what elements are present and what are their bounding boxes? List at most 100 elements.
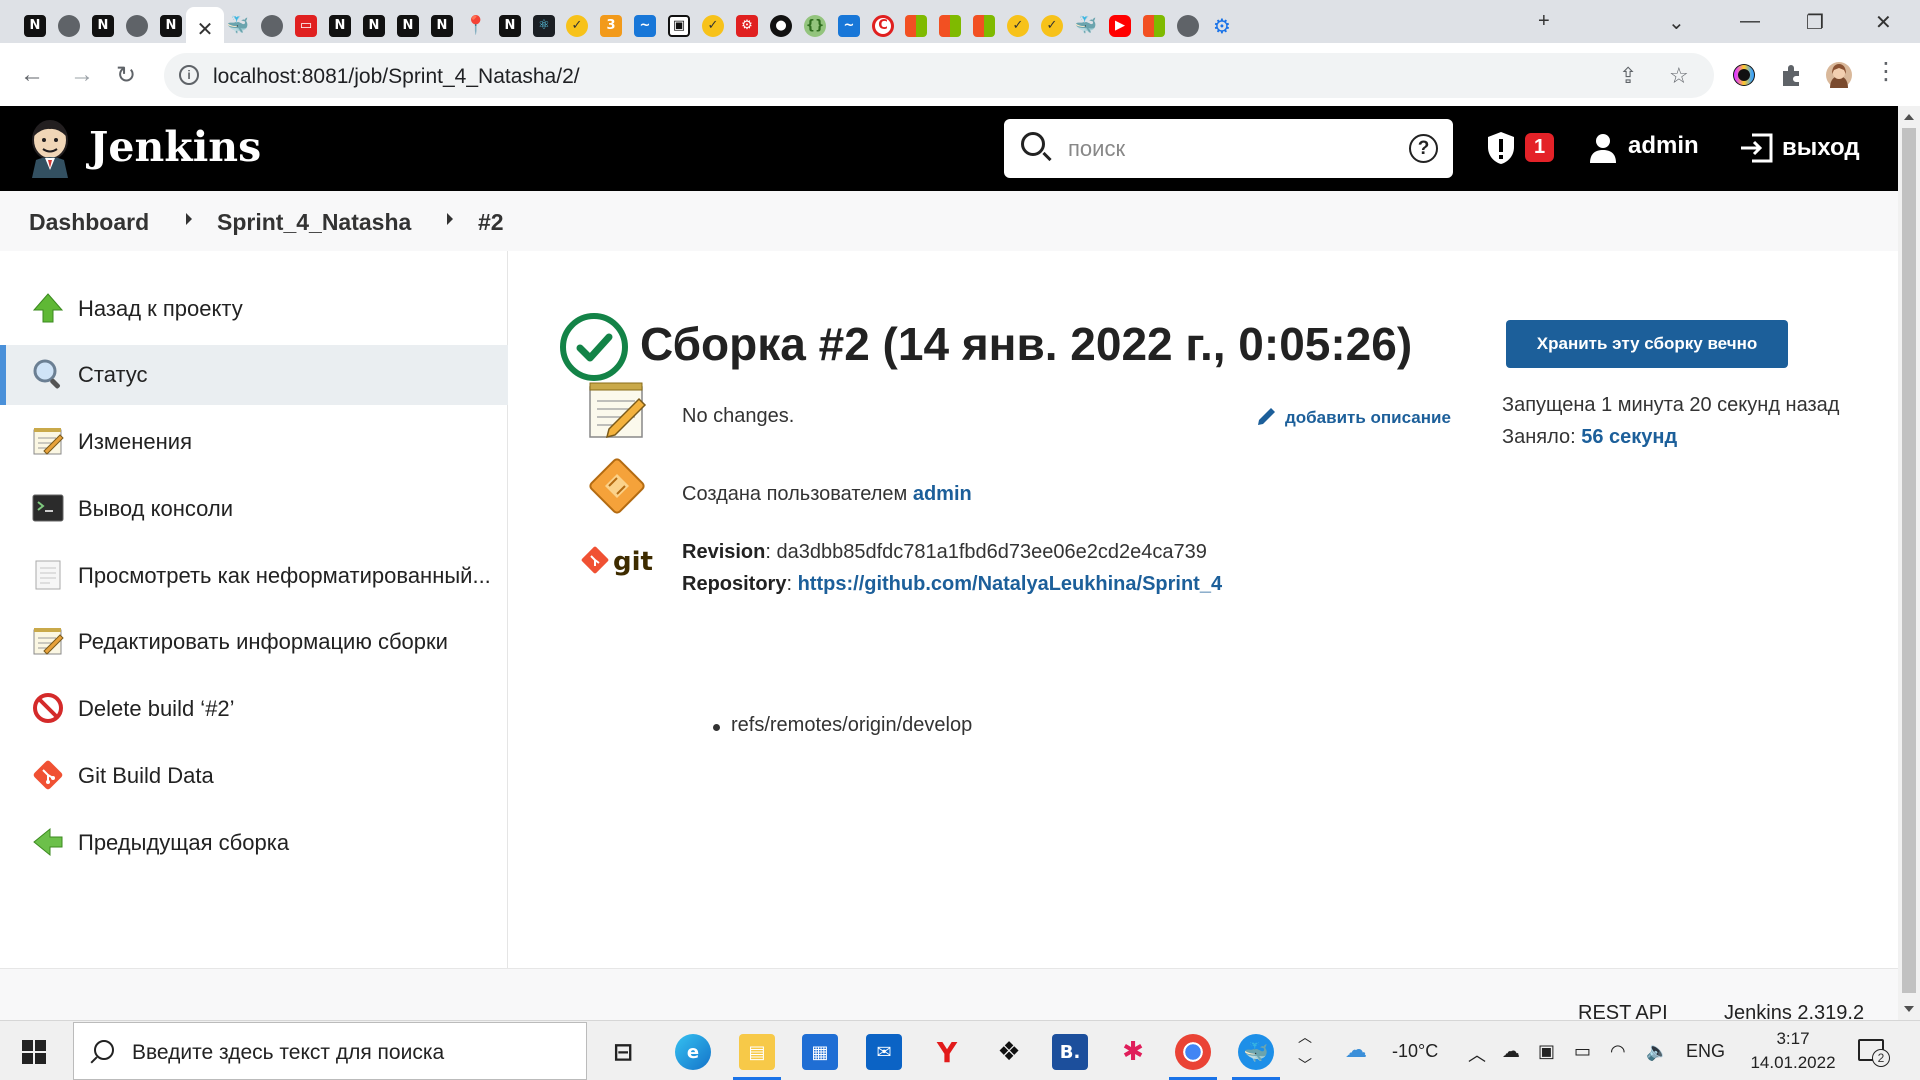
window-close-icon[interactable]: ✕ [1875, 10, 1892, 35]
browser-tab[interactable]: ● [762, 8, 800, 43]
logout-link[interactable]: выход [1782, 134, 1860, 162]
b-app-icon[interactable]: B. [1052, 1034, 1088, 1070]
close-icon[interactable]: ✕ [197, 17, 214, 42]
color-picker-extension-icon[interactable] [1731, 62, 1757, 88]
browser-tab[interactable]: N [389, 8, 427, 43]
browser-tab[interactable]: ✓ [999, 8, 1037, 43]
jenkins-logo-icon[interactable] [28, 120, 72, 178]
browser-tab[interactable]: N [355, 8, 393, 43]
wifi-icon[interactable]: ◠ [1610, 1041, 1626, 1062]
sidebar-item-changes[interactable]: Изменения [0, 412, 508, 472]
taskbar-clock[interactable]: 3:17 14.01.2022 [1748, 1027, 1838, 1075]
breadcrumb-separator-icon[interactable] [186, 213, 192, 225]
site-info-icon[interactable]: i [179, 65, 199, 85]
profile-avatar-icon[interactable] [1826, 62, 1852, 88]
sidebar-item-console-output[interactable]: Вывод консоли [0, 479, 508, 539]
bookmark-star-icon[interactable]: ☆ [1669, 63, 1689, 89]
meet-now-icon[interactable]: ▣ [1538, 1041, 1555, 1062]
restore-icon[interactable]: ❐ [1806, 10, 1824, 35]
reload-icon[interactable]: ↻ [116, 61, 136, 90]
page-scrollbar[interactable] [1898, 106, 1920, 1020]
browser-tab[interactable] [50, 8, 88, 43]
weather-icon[interactable]: ☁ [1345, 1037, 1367, 1063]
weather-temperature[interactable]: -10°C [1392, 1041, 1438, 1062]
add-description-link[interactable]: добавить описание [1257, 406, 1451, 428]
task-view-icon[interactable]: ⊟ [605, 1034, 641, 1070]
sidebar-item-git-build-data[interactable]: Git Build Data [0, 746, 508, 806]
browser-tab[interactable]: ~ [626, 8, 664, 43]
browser-tab[interactable] [897, 8, 935, 43]
browser-tab[interactable]: 🐳 [219, 8, 257, 43]
yandex-browser-icon[interactable]: Y [929, 1034, 965, 1070]
share-icon[interactable]: ⇪ [1619, 63, 1637, 89]
browser-tab[interactable] [1135, 8, 1173, 43]
browser-tab[interactable] [118, 8, 156, 43]
breadcrumb-dashboard[interactable]: Dashboard [29, 209, 149, 236]
browser-tab[interactable] [931, 8, 969, 43]
browser-tab[interactable]: ▣ [660, 8, 698, 43]
browser-tab[interactable]: ✓ [1033, 8, 1071, 43]
keep-build-forever-button[interactable]: Хранить эту сборку вечно [1506, 320, 1788, 368]
browser-menu-icon[interactable]: ⋮ [1874, 57, 1898, 86]
sidebar-item-view-raw[interactable]: Просмотреть как неформатированный... [0, 546, 508, 606]
search-input[interactable]: поиск [1068, 136, 1125, 162]
scroll-up-icon[interactable] [1904, 114, 1914, 120]
browser-tab[interactable]: N [152, 8, 190, 43]
browser-tab[interactable]: N [321, 8, 359, 43]
help-icon[interactable]: ? [1409, 134, 1438, 163]
volume-icon[interactable]: 🔈 [1646, 1041, 1668, 1062]
scroll-down-icon[interactable] [1904, 1006, 1914, 1012]
new-tab-icon[interactable]: + [1538, 10, 1550, 33]
dropbox-icon[interactable]: ❖ [991, 1034, 1027, 1070]
repository-url-link[interactable]: https://github.com/NatalyaLeukhina/Sprin… [798, 573, 1223, 595]
extensions-puzzle-icon[interactable] [1778, 62, 1804, 88]
file-explorer-icon[interactable]: ▤ [733, 1034, 781, 1080]
browser-tab[interactable]: N [16, 8, 54, 43]
browser-tab[interactable]: 3 [592, 8, 630, 43]
edge-icon[interactable]: e [675, 1034, 711, 1070]
browser-tab[interactable]: ▭ [287, 8, 325, 43]
created-by-user-link[interactable]: admin [913, 483, 972, 505]
sidebar-item-previous-build[interactable]: Предыдущая сборка [0, 813, 508, 873]
security-alert-badge[interactable]: 1 [1525, 133, 1554, 162]
breadcrumb-build[interactable]: #2 [478, 209, 504, 236]
browser-tab[interactable]: ⚙ [728, 8, 766, 43]
taskbar-search-box[interactable]: Введите здесь текст для поиска [73, 1022, 587, 1080]
browser-tab[interactable] [253, 8, 291, 43]
tray-overflow-icon[interactable]: ︿ [1468, 1041, 1486, 1067]
breadcrumb-job[interactable]: Sprint_4_Natasha [217, 209, 411, 236]
sidebar-item-edit-build-info[interactable]: Редактировать информацию сборки [0, 612, 508, 672]
browser-tab[interactable]: ✓ [694, 8, 732, 43]
browser-tab[interactable]: ~ [830, 8, 868, 43]
browser-tab[interactable]: N [423, 8, 461, 43]
docker-desktop-icon[interactable]: 🐳 [1232, 1034, 1280, 1080]
browser-tab[interactable]: ⚙ [1203, 8, 1241, 43]
url-text[interactable]: localhost:8081/job/Sprint_4_Natasha/2/ [213, 65, 580, 89]
breadcrumb-separator-icon[interactable] [447, 213, 453, 225]
onedrive-icon[interactable]: ☁ [1502, 1041, 1520, 1062]
sidebar-item-back-to-project[interactable]: Назад к проекту [0, 279, 508, 339]
browser-tab[interactable] [1169, 8, 1207, 43]
back-icon[interactable]: ← [20, 61, 44, 89]
sidebar-item-status[interactable]: Статус [0, 345, 508, 405]
browser-tab[interactable]: ▶ [1101, 8, 1139, 43]
taskbar-search-input[interactable]: Введите здесь текст для поиска [132, 1041, 444, 1065]
search-box[interactable]: поиск ? [1004, 119, 1453, 178]
sidebar-item-delete-build[interactable]: Delete build ‘#2’ [0, 679, 508, 739]
browser-tab[interactable]: N [84, 8, 122, 43]
browser-tab[interactable] [965, 8, 1003, 43]
scrollbar-thumb[interactable] [1902, 128, 1916, 993]
slack-icon[interactable]: ✱ [1115, 1034, 1151, 1070]
address-bar[interactable]: i localhost:8081/job/Sprint_4_Natasha/2/… [164, 53, 1714, 98]
browser-tab[interactable]: 🐳 [1067, 8, 1105, 43]
notifications-icon[interactable]: 2 [1858, 1039, 1890, 1067]
chrome-icon[interactable] [1169, 1034, 1217, 1080]
scroll-down-arrow-icon[interactable]: ﹀ [1298, 1055, 1312, 1075]
browser-tab[interactable]: {} [796, 8, 834, 43]
minimize-icon[interactable]: — [1740, 10, 1760, 33]
logout-icon[interactable] [1740, 133, 1774, 163]
browser-tab[interactable]: N [491, 8, 529, 43]
browser-tab[interactable]: ✓ [558, 8, 596, 43]
windows-start-icon[interactable] [22, 1040, 46, 1064]
forward-icon[interactable]: → [70, 61, 94, 89]
